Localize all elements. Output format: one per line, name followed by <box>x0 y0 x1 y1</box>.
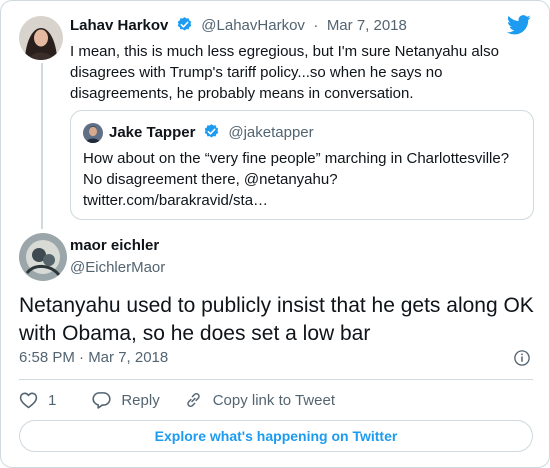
jake-tapper-avatar <box>83 123 103 143</box>
tweet-timestamp[interactable]: 6:58 PM · Mar 7, 2018 <box>19 349 168 366</box>
quoted-tweet-text: How about on the “very fine people” marc… <box>83 148 523 211</box>
separator-dot: · <box>313 17 319 34</box>
reply-date[interactable]: Mar 7, 2018 <box>327 17 407 34</box>
thread-connector-line <box>41 63 43 229</box>
reply-tweet-header: Lahav Harkov @LahavHarkov · Mar 7, 2018 <box>70 16 407 38</box>
quoted-tweet[interactable]: Jake Tapper @jaketapper How about on the… <box>70 110 534 220</box>
divider <box>19 379 533 380</box>
like-count: 1 <box>48 391 57 409</box>
reply-author-handle[interactable]: @LahavHarkov <box>201 17 305 34</box>
quoted-link: twitter.com/barakravid/sta… <box>83 192 269 209</box>
reply-tweet-text: I mean, this is much less egregious, but… <box>70 43 499 102</box>
reply-button[interactable]: Reply <box>92 391 160 409</box>
tweet-embed-card: Lahav Harkov @LahavHarkov · Mar 7, 2018 … <box>0 0 550 468</box>
main-author-name[interactable]: maor eichler <box>70 237 159 254</box>
info-icon[interactable] <box>513 349 531 372</box>
quoted-author-handle: @jaketapper <box>228 124 314 141</box>
copy-link-label: Copy link to Tweet <box>212 391 335 409</box>
tweet-actions: 1 Reply Copy link to Tweet <box>19 389 335 411</box>
maor-eichler-avatar[interactable] <box>19 233 67 281</box>
quoted-tweet-header: Jake Tapper @jaketapper <box>109 123 314 145</box>
verified-badge-icon <box>203 123 220 145</box>
quoted-author-name: Jake Tapper <box>109 124 196 141</box>
twitter-bird-icon[interactable] <box>507 15 531 40</box>
explore-twitter-button[interactable]: Explore what's happening on Twitter <box>19 420 533 452</box>
lahav-harkov-avatar[interactable] <box>19 16 63 60</box>
quoted-text-line: No disagreement there, @netanyahu? <box>83 171 338 188</box>
like-button[interactable]: 1 <box>19 391 56 409</box>
verified-badge-icon <box>176 16 193 38</box>
reply-author-name[interactable]: Lahav Harkov <box>70 17 168 34</box>
main-tweet-text: Netanyahu used to publicly insist that h… <box>19 294 534 345</box>
reply-label: Reply <box>121 391 160 409</box>
copy-link-button[interactable]: Copy link to Tweet <box>184 391 335 409</box>
main-author-handle[interactable]: @EichlerMaor <box>70 259 165 276</box>
quoted-text-line: How about on the “very fine people” marc… <box>83 150 510 167</box>
